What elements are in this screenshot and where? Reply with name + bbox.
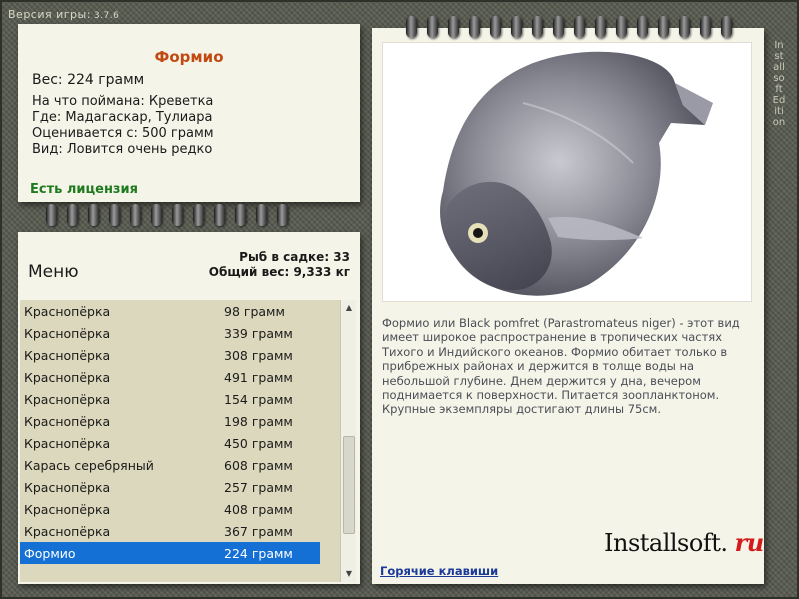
version-text: Версия игры:: [8, 8, 91, 21]
binder-ring-icon: [595, 16, 606, 38]
menu-card: Меню Рыб в садке: 33 Общий вес: 9,333 кг…: [18, 232, 360, 584]
fish-detail-card: Формио или Black pomfret (Parastromateus…: [372, 28, 764, 584]
list-item[interactable]: Краснопёрка 198 грамм: [20, 410, 320, 432]
scroll-up-arrow-icon[interactable]: ▲: [343, 302, 355, 314]
fish-weight: 339 грамм: [224, 325, 293, 341]
binder-ring-icon: [88, 204, 99, 226]
list-item[interactable]: Краснопёрка 367 грамм: [20, 520, 320, 542]
fish-details: На что поймана: Креветка Где: Мадагаскар…: [32, 94, 214, 158]
binder-ring-icon: [277, 204, 288, 226]
scroll-thumb[interactable]: [343, 435, 355, 534]
fish-name: Формио: [24, 545, 76, 561]
list-item[interactable]: Краснопёрка 257 грамм: [20, 476, 320, 498]
fish-name: Краснопёрка: [24, 325, 111, 341]
fish-weight: 224 грамм: [224, 545, 293, 561]
fish-weight: 450 грамм: [224, 435, 293, 451]
binder-ring-icon: [256, 204, 267, 226]
list-item[interactable]: Краснопёрка 98 грамм: [20, 300, 320, 322]
binder-ring-icon: [616, 16, 627, 38]
binder-ring-icon: [637, 16, 648, 38]
binder-ring-icon: [193, 204, 204, 226]
fish-title: Формио: [154, 48, 224, 66]
binder-ring-icon: [448, 16, 459, 38]
binder-ring-icon: [130, 204, 141, 226]
fish-weight: Вес: 224 грамм: [32, 72, 145, 88]
valued-from-line: Оценивается с: 500 грамм: [32, 126, 214, 141]
fish-weight: 198 грамм: [224, 413, 293, 429]
fish-name: Краснопёрка: [24, 523, 111, 539]
binder-ring-icon: [109, 204, 120, 226]
list-item[interactable]: Краснопёрка 308 грамм: [20, 344, 320, 366]
binder-ring-icon: [151, 204, 162, 226]
binder-ring-icon: [469, 16, 480, 38]
binder-ring-icon: [700, 16, 711, 38]
fish-name: Краснопёрка: [24, 413, 111, 429]
list-scrollbar[interactable]: ▲ ▼: [340, 300, 356, 582]
list-item[interactable]: Краснопёрка 450 грамм: [20, 432, 320, 454]
fish-name: Карась серебряный: [24, 457, 154, 473]
fish-info-card: Формио Вес: 224 грамм На что поймана: Кр…: [18, 24, 360, 202]
binder-ring-icon: [511, 16, 522, 38]
binder-ring-icon: [532, 16, 543, 38]
binder-ring-icon: [46, 204, 57, 226]
fish-name: Краснопёрка: [24, 347, 111, 363]
fish-weight: 308 грамм: [224, 347, 293, 363]
list-item[interactable]: Формио 224 грамм: [20, 542, 320, 564]
rarity-line: Вид: Ловится очень редко: [32, 142, 213, 157]
fish-list[interactable]: Краснопёрка 98 грамм Краснопёрка 339 грамм К…: [20, 300, 340, 582]
list-item[interactable]: Краснопёрка 154 грамм: [20, 388, 320, 410]
binder-ring-icon: [427, 16, 438, 38]
fish-name: Краснопёрка: [24, 435, 111, 451]
fish-weight: 257 грамм: [224, 479, 293, 495]
fish-name: Краснопёрка: [24, 303, 111, 319]
binder-ring-icon: [406, 16, 417, 38]
menu-label[interactable]: Меню: [28, 262, 79, 282]
version-label: Версия игры: 3.7.6: [8, 8, 119, 21]
fish-weight: 367 грамм: [224, 523, 293, 539]
fish-name: Краснопёрка: [24, 391, 111, 407]
fish-name: Краснопёрка: [24, 369, 111, 385]
edition-side-text: Installsoft Edition: [772, 40, 786, 128]
binder-ring-icon: [721, 16, 732, 38]
list-item[interactable]: Карась серебряный 608 грамм: [20, 454, 320, 476]
fish-weight: 491 грамм: [224, 369, 293, 385]
detail-binder-rings: [406, 16, 742, 38]
pomfret-fish-image: [440, 51, 713, 296]
binder-ring-icon: [679, 16, 690, 38]
fish-weight: 154 грамм: [224, 391, 293, 407]
fish-weight: 98 грамм: [224, 303, 285, 319]
brand-suffix: ru: [734, 528, 765, 557]
cage-stats: Рыб в садке: 33 Общий вес: 9,333 кг: [209, 250, 350, 280]
license-status: Есть лицензия: [30, 182, 138, 197]
menu-binder-rings: [46, 204, 298, 226]
caught-on-line: На что поймана: Креветка: [32, 94, 214, 109]
fish-name: Краснопёрка: [24, 501, 111, 517]
fish-name: Краснопёрка: [24, 479, 111, 495]
binder-ring-icon: [67, 204, 78, 226]
binder-ring-icon: [490, 16, 501, 38]
binder-ring-icon: [658, 16, 669, 38]
fish-weight: 408 грамм: [224, 501, 293, 517]
list-item[interactable]: Краснопёрка 408 грамм: [20, 498, 320, 520]
binder-ring-icon: [553, 16, 564, 38]
version-number: 3.7.6: [93, 11, 120, 21]
installsoft-logo: Installsoft. ru: [604, 528, 764, 557]
binder-ring-icon: [235, 204, 246, 226]
hotkeys-link[interactable]: Горячие клавиши: [380, 564, 498, 578]
list-item[interactable]: Краснопёрка 339 грамм: [20, 322, 320, 344]
fish-photo: [382, 42, 752, 302]
fish-description: Формио или Black pomfret (Parastromateus…: [382, 316, 740, 417]
brand-main: Installsoft.: [604, 529, 728, 557]
list-item[interactable]: Краснопёрка 491 грамм: [20, 366, 320, 388]
fish-count: Рыб в садке: 33: [239, 250, 350, 264]
scroll-down-arrow-icon[interactable]: ▼: [343, 568, 355, 580]
total-weight: Общий вес: 9,333 кг: [208, 265, 350, 279]
fish-weight: 608 грамм: [224, 457, 293, 473]
binder-ring-icon: [214, 204, 225, 226]
binder-ring-icon: [574, 16, 585, 38]
binder-ring-icon: [172, 204, 183, 226]
location-line: Где: Мадагаскар, Тулиара: [32, 110, 213, 125]
